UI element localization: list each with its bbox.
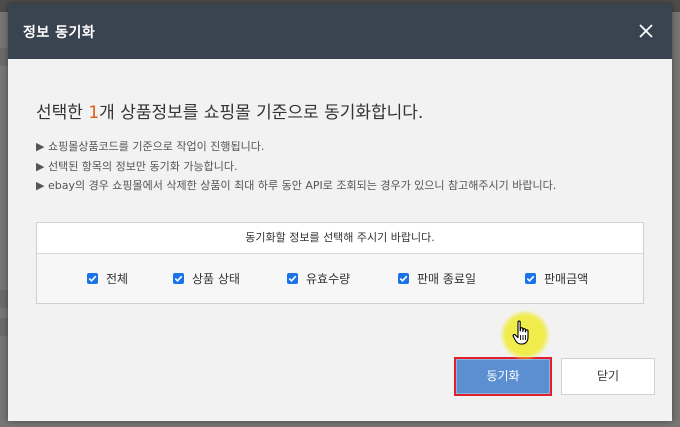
close-icon (639, 24, 653, 38)
notice-item: ▶ 쇼핑몰상품코드를 기준으로 작업이 진행됩니다. (36, 140, 265, 153)
option-stock[interactable]: 유효수량 (287, 270, 350, 287)
modal-header: 정보 동기화 (8, 4, 672, 59)
sync-button[interactable]: 동기화 (454, 357, 552, 396)
notice-item: ▶ 선택된 항목의 정보만 동기화 가능합니다. (36, 159, 238, 173)
options-row: 전체 상품 상태 유효수량 판매 종료일 판매금액 (37, 254, 643, 303)
sync-options-panel: 동기화할 정보를 선택해 주시기 바랍니다. 전체 상품 상태 유효수량 판매 … (36, 222, 644, 304)
option-label: 유효수량 (306, 272, 351, 286)
sync-headline: 선택한 1개 상품정보를 쇼핑몰 기준으로 동기화합니다. (36, 98, 423, 123)
close-button[interactable] (634, 19, 658, 43)
notice-list: ▶ 쇼핑몰상품코드를 기준으로 작업이 진행됩니다. ▶ 선택된 항목의 정보만… (36, 137, 646, 196)
option-label: 판매 종료일 (417, 272, 477, 286)
selected-count: 1 (88, 103, 100, 123)
option-label: 판매금액 (544, 272, 589, 286)
checkbox-checked-icon[interactable] (173, 273, 184, 284)
options-prompt: 동기화할 정보를 선택해 주시기 바랍니다. (37, 223, 643, 254)
checkbox-checked-icon[interactable] (287, 273, 298, 284)
modal-title: 정보 동기화 (23, 25, 96, 41)
checkbox-checked-icon[interactable] (398, 273, 409, 284)
checkbox-checked-icon[interactable] (87, 273, 98, 284)
close-dialog-button[interactable]: 닫기 (561, 358, 655, 395)
hand-pointer-icon (512, 320, 529, 345)
headline-suffix: 개 상품정보를 쇼핑몰 기준으로 동기화합니다. (99, 103, 424, 123)
option-all[interactable]: 전체 (87, 270, 128, 287)
sync-modal: 정보 동기화 선택한 1개 상품정보를 쇼핑몰 기준으로 동기화합니다. ▶ 쇼… (8, 4, 672, 421)
option-sale-end-date[interactable]: 판매 종료일 (398, 270, 476, 287)
option-label: 전체 (106, 272, 129, 286)
option-product-status[interactable]: 상품 상태 (173, 270, 240, 287)
checkbox-checked-icon[interactable] (525, 273, 536, 284)
option-sale-price[interactable]: 판매금액 (525, 270, 588, 287)
modal-body: 선택한 1개 상품정보를 쇼핑몰 기준으로 동기화합니다. ▶ 쇼핑몰상품코드를… (8, 59, 672, 421)
option-label: 상품 상태 (192, 272, 240, 286)
headline-prefix: 선택한 (36, 103, 89, 123)
notice-item: ▶ ebay의 경우 쇼핑몰에서 삭제한 상품이 최대 하루 동안 API로 조… (36, 179, 557, 192)
